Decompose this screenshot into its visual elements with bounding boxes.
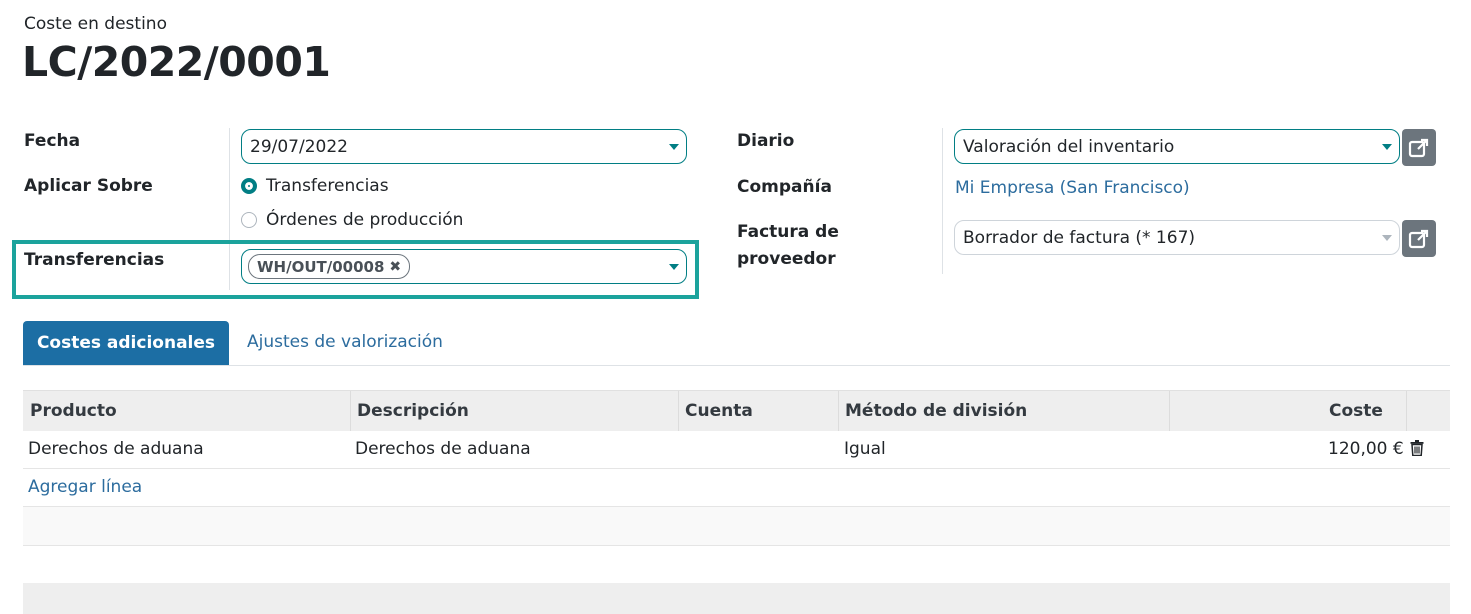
aplicar-sobre-label: Aplicar Sobre	[24, 176, 153, 196]
fecha-value: 29/07/2022	[250, 136, 348, 157]
transfer-tag[interactable]: WH/OUT/00008 ✖	[248, 254, 411, 279]
radio-checked-icon	[241, 178, 257, 194]
empty-row	[23, 507, 1450, 545]
table-header: Producto Descripción Cuenta Método de di…	[23, 390, 1450, 431]
column-separator	[678, 391, 679, 431]
tab-ajustes-valorizacion[interactable]: Ajustes de valorización	[247, 332, 443, 352]
column-metodo-division[interactable]: Método de división	[845, 391, 1027, 431]
factura-value: Borrador de factura (* 167)	[963, 227, 1196, 248]
chevron-down-icon	[1382, 235, 1392, 241]
transferencias-field[interactable]: WH/OUT/00008 ✖	[241, 249, 687, 284]
table-row[interactable]: Derechos de aduana Derechos de aduana Ig…	[23, 430, 1450, 468]
compania-label: Compañía	[737, 177, 832, 197]
column-producto[interactable]: Producto	[30, 391, 117, 431]
diario-external-link-button[interactable]	[1402, 129, 1436, 166]
radio-transferencias[interactable]: Transferencias	[241, 176, 389, 196]
row-divider	[23, 545, 1450, 546]
external-link-icon	[1408, 138, 1429, 157]
column-cuenta[interactable]: Cuenta	[685, 391, 753, 431]
compania-link[interactable]: Mi Empresa (San Francisco)	[955, 178, 1190, 198]
external-link-icon	[1408, 229, 1429, 248]
factura-external-link-button[interactable]	[1402, 220, 1436, 257]
column-separator	[350, 391, 351, 431]
diario-value: Valoración del inventario	[963, 136, 1175, 157]
cell-producto[interactable]: Derechos de aduana	[28, 439, 204, 459]
fecha-field[interactable]: 29/07/2022	[241, 129, 687, 164]
transfer-tag-label: WH/OUT/00008	[257, 257, 385, 276]
diario-label: Diario	[737, 131, 795, 151]
tab-costes-adicionales[interactable]: Costes adicionales	[23, 321, 229, 365]
chevron-down-icon	[669, 144, 679, 150]
column-descripcion[interactable]: Descripción	[357, 391, 469, 431]
column-separator	[1169, 391, 1170, 431]
row-divider	[23, 468, 1450, 469]
close-icon[interactable]: ✖	[389, 259, 401, 275]
page-title: LC/2022/0001	[22, 38, 331, 86]
column-separator	[1406, 391, 1407, 431]
breadcrumb-subtitle: Coste en destino	[24, 14, 167, 34]
tabs-divider	[23, 365, 1450, 366]
factura-label-line1: Factura de	[737, 222, 839, 242]
delete-row-button[interactable]	[1410, 440, 1424, 461]
fecha-label: Fecha	[24, 131, 81, 151]
radio-ordenes-label: Órdenes de producción	[266, 210, 464, 230]
cell-descripcion[interactable]: Derechos de aduana	[355, 439, 531, 459]
chevron-down-icon	[1382, 144, 1392, 150]
factura-label-line2: proveedor	[737, 249, 836, 269]
column-coste[interactable]: Coste	[1329, 391, 1383, 431]
radio-unchecked-icon	[241, 212, 257, 228]
cell-metodo[interactable]: Igual	[844, 439, 886, 459]
add-line-link[interactable]: Agregar línea	[28, 477, 142, 497]
cell-coste[interactable]: 120,00 €	[1328, 439, 1404, 459]
column-separator	[838, 391, 839, 431]
diario-field[interactable]: Valoración del inventario	[954, 129, 1400, 164]
trash-icon	[1410, 440, 1424, 457]
factura-field[interactable]: Borrador de factura (* 167)	[954, 220, 1400, 255]
radio-transferencias-label: Transferencias	[266, 176, 389, 196]
radio-ordenes-produccion[interactable]: Órdenes de producción	[241, 210, 463, 230]
table-footer	[23, 583, 1450, 614]
chevron-down-icon	[669, 264, 679, 270]
right-column-separator	[942, 128, 943, 274]
